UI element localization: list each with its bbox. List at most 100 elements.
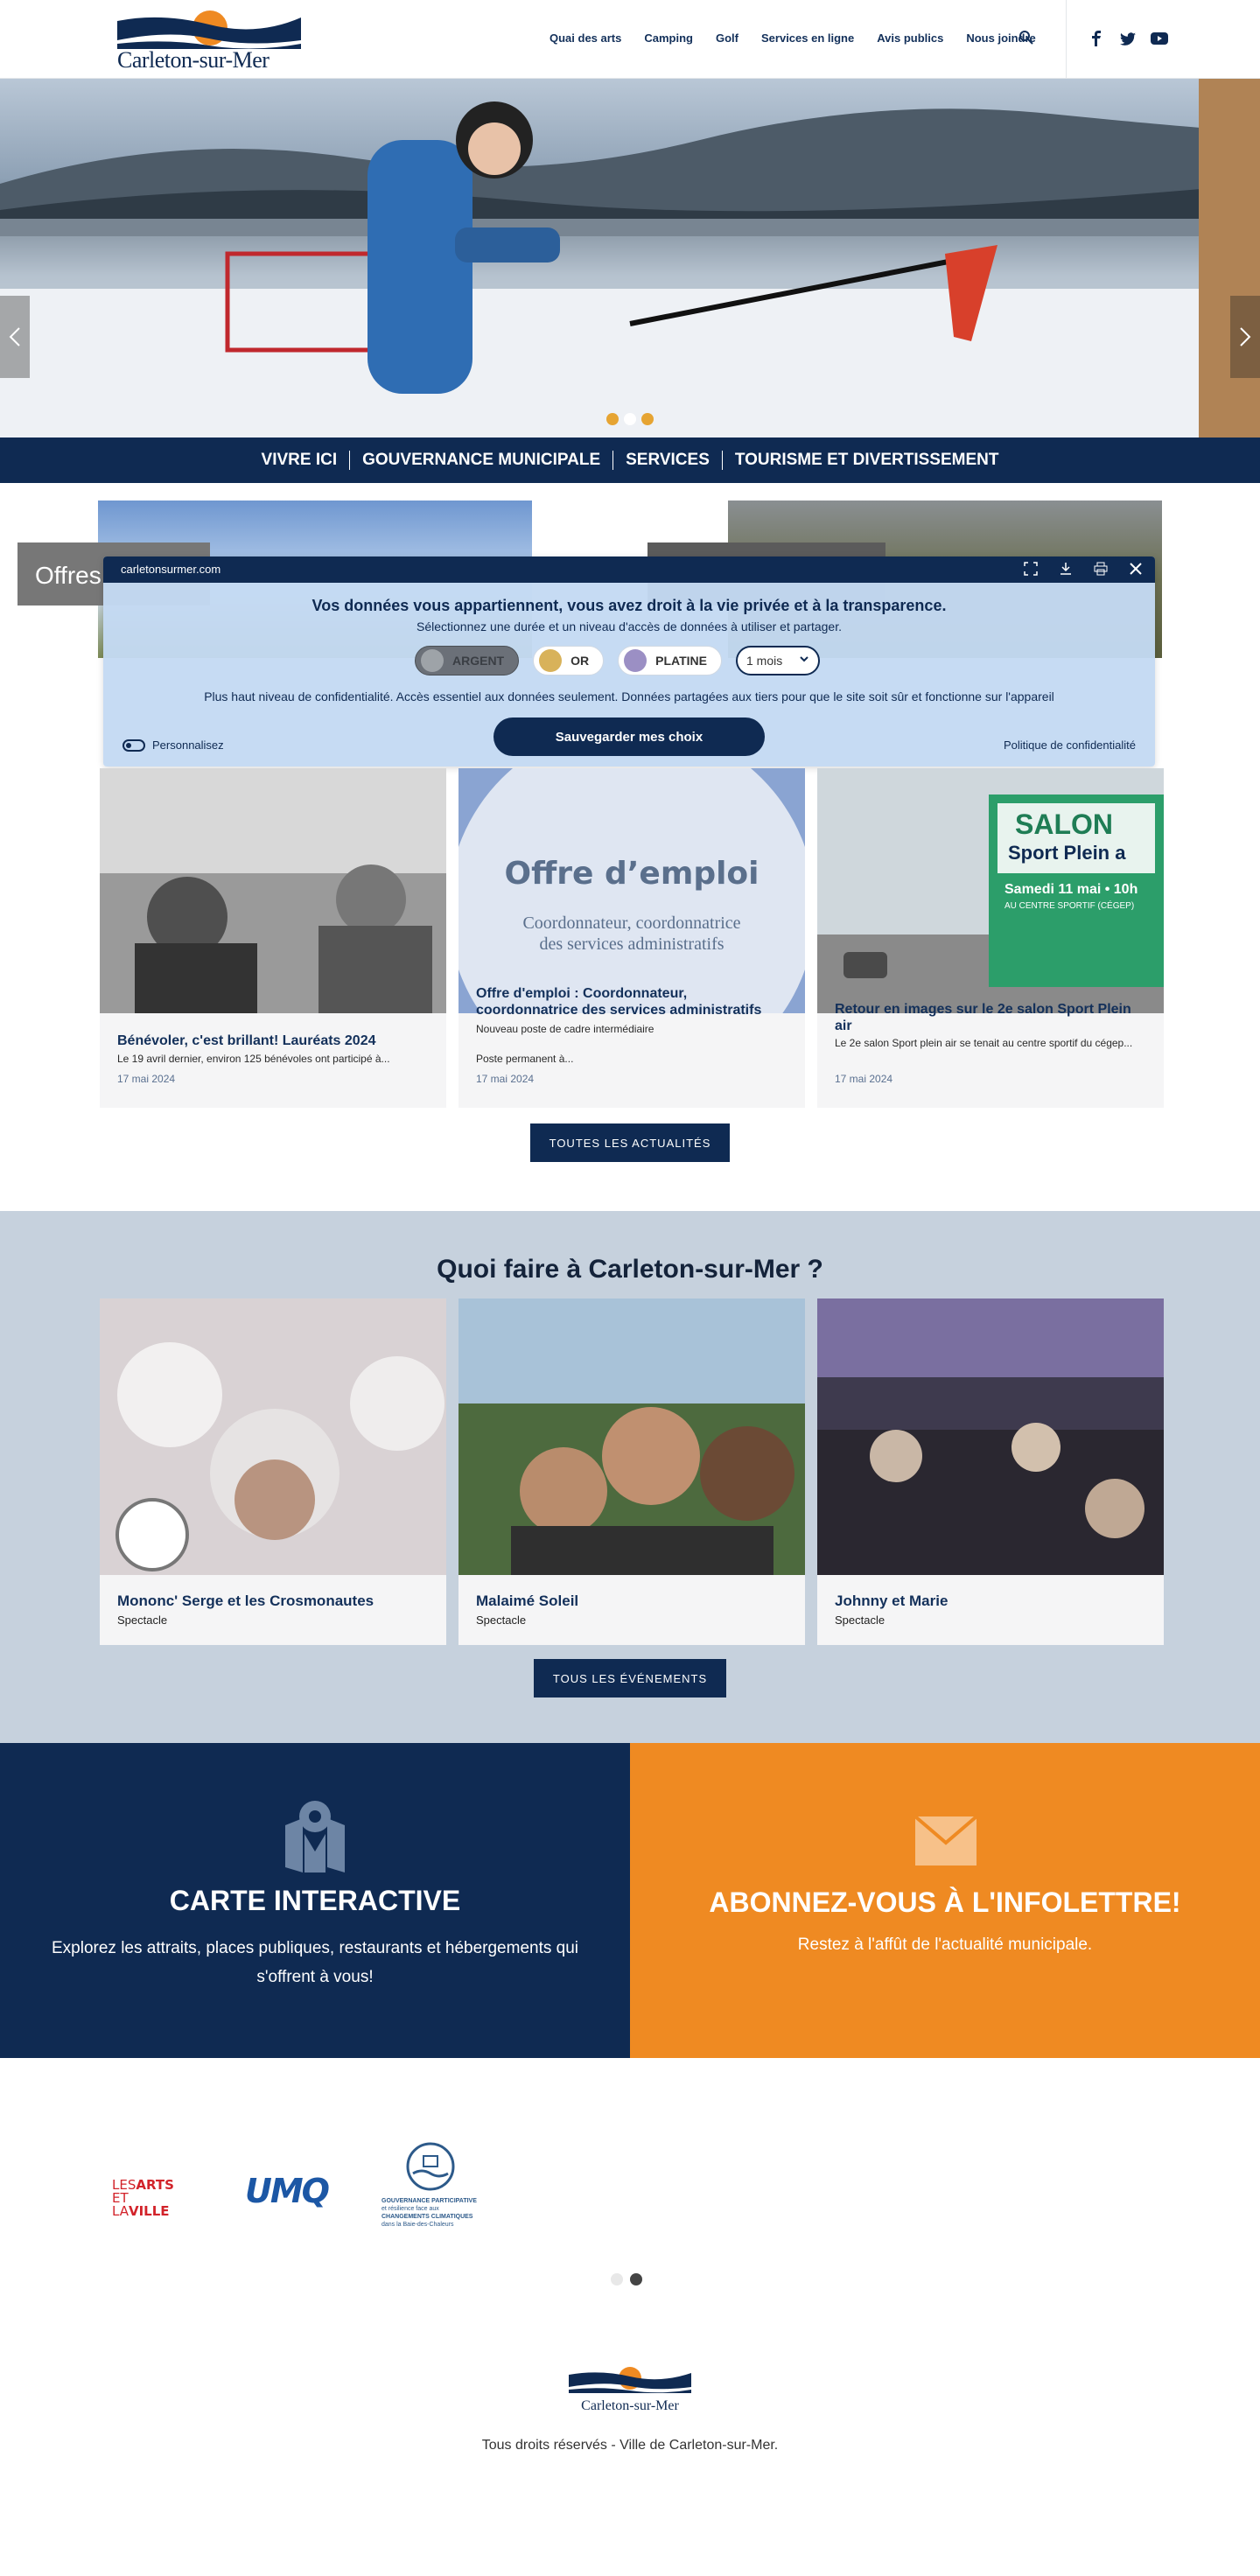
- mainnav-services[interactable]: SERVICES: [612, 451, 722, 470]
- partner-logo-part: VILLE: [128, 2203, 170, 2219]
- cookie-domain: carletonsurmer.com: [121, 563, 221, 576]
- hero-prev-button[interactable]: [0, 296, 30, 378]
- partners-dot-1[interactable]: [611, 2273, 623, 2286]
- gouvernance-line: et résilience face aux: [382, 2206, 439, 2212]
- hero-dot-1[interactable]: [606, 413, 619, 425]
- fullscreen-icon[interactable]: [1024, 562, 1038, 576]
- level-or-swatch: [539, 649, 563, 672]
- level-platine[interactable]: PLATINE: [618, 646, 722, 676]
- news-card[interactable]: Offre d’emploi Coordonnateur, coordonnat…: [458, 768, 805, 1108]
- partners-carousel: LESARTS ET LAVILLE UMQ GOUVERNANCE PARTI…: [112, 2142, 497, 2238]
- cookie-consent-dialog: carletonsurmer.com Vos données vous appa…: [103, 556, 1155, 766]
- hero-slider: [0, 79, 1260, 438]
- footer-logo-text: Carleton-sur-Mer: [581, 2398, 679, 2413]
- newsletter-cta-title: ABONNEZ-VOUS À L'INFOLETTRE!: [709, 1886, 1181, 1918]
- news-date: 17 mai 2024: [835, 1073, 893, 1085]
- topnav-camping[interactable]: Camping: [644, 32, 693, 45]
- news-card[interactable]: Bénévoler, c'est brillant! Lauréats 2024…: [100, 768, 446, 1108]
- interactive-map-cta[interactable]: CARTE INTERACTIVE Explorez les attraits,…: [0, 1743, 630, 2058]
- newsletter-cta-text: Restez à l'affût de l'actualité municipa…: [797, 1936, 1093, 1954]
- level-argent-swatch: [421, 649, 444, 672]
- customize-label: Personnalisez: [152, 738, 224, 752]
- map-cta-text: Explorez les attraits, places publiques,…: [52, 1939, 578, 1986]
- newsletter-cta[interactable]: ABONNEZ-VOUS À L'INFOLETTRE! Restez à l'…: [630, 1743, 1260, 2058]
- event-title[interactable]: Johnny et Marie: [835, 1592, 948, 1610]
- event-title[interactable]: Mononc' Serge et les Crosmonautes: [117, 1592, 374, 1610]
- facebook-icon[interactable]: [1087, 30, 1106, 47]
- cookie-heading: Vos données vous appartiennent, vous ave…: [312, 597, 947, 614]
- privacy-policy-link[interactable]: Politique de confidentialité: [1004, 738, 1136, 752]
- level-or-label: OR: [570, 654, 590, 668]
- hero-dot-2[interactable]: [624, 413, 636, 425]
- event-card[interactable]: Malaimé Soleil Spectacle: [458, 1298, 805, 1645]
- topnav-services-en-ligne[interactable]: Services en ligne: [761, 32, 854, 45]
- topnav-golf[interactable]: Golf: [716, 32, 738, 45]
- event-card[interactable]: Johnny et Marie Spectacle: [817, 1298, 1164, 1645]
- event-title[interactable]: Malaimé Soleil: [476, 1592, 578, 1610]
- event-category: Spectacle: [835, 1614, 886, 1627]
- copyright-text: Tous droits réservés - Ville de Carleton…: [481, 2438, 779, 2453]
- events-section: Quoi faire à Carleton-sur-Mer ? Mononc' …: [0, 1211, 1260, 1743]
- hero-dot-3[interactable]: [641, 413, 654, 425]
- gouvernance-line: CHANGEMENTS CLIMATIQUES: [382, 2214, 473, 2220]
- level-argent[interactable]: ARGENT: [415, 646, 520, 676]
- news-date: 17 mai 2024: [476, 1073, 535, 1085]
- partners-dot-2[interactable]: [630, 2273, 642, 2286]
- news-title[interactable]: Offre d'emploi : Coordonnateur, coordonn…: [476, 985, 791, 1018]
- event-category: Spectacle: [476, 1614, 527, 1627]
- toggle-icon[interactable]: [122, 738, 145, 752]
- header-divider: [1066, 0, 1067, 79]
- youtube-icon[interactable]: [1150, 30, 1169, 47]
- top-nav: Quai des arts Camping Golf Services en l…: [550, 32, 1036, 45]
- news-image-sub: Coordonnateur, coordonnatrice: [522, 914, 741, 933]
- map-cta-title: CARTE INTERACTIVE: [169, 1885, 461, 1916]
- close-icon[interactable]: [1129, 562, 1143, 576]
- hero-next-button[interactable]: [1230, 296, 1260, 378]
- customize-link[interactable]: Personnalisez: [122, 738, 224, 752]
- event-card[interactable]: Mononc' Serge et les Crosmonautes Specta…: [100, 1298, 446, 1645]
- period-select[interactable]: 1 mois: [735, 646, 820, 676]
- all-news-button[interactable]: TOUTES LES ACTUALITÉS: [530, 1124, 730, 1162]
- news-title[interactable]: Retour en images sur le 2e salon Sport P…: [835, 1001, 1150, 1034]
- save-choices-button[interactable]: Sauvegarder mes choix: [494, 718, 765, 756]
- hero-image: [0, 79, 1260, 438]
- events-title: Quoi faire à Carleton-sur-Mer ?: [437, 1255, 823, 1284]
- partner-logo-gouvernance[interactable]: GOUVERNANCE PARTICIPATIVE et résilience …: [382, 2142, 504, 2229]
- event-category: Spectacle: [117, 1614, 168, 1627]
- news-card[interactable]: SALON Sport Plein a Samedi 11 mai • 10h …: [817, 768, 1164, 1108]
- chevron-left-icon: [9, 327, 20, 346]
- cookie-description: Plus haut niveau de confidentialité. Acc…: [204, 690, 1054, 704]
- chevron-down-icon: [800, 656, 808, 662]
- event-image: [458, 1298, 805, 1575]
- gouvernance-line: GOUVERNANCE PARTICIPATIVE: [382, 2198, 477, 2204]
- download-icon[interactable]: [1059, 562, 1073, 576]
- partner-logo-umq[interactable]: UMQ: [245, 2172, 330, 2210]
- news-title[interactable]: Bénévoler, c'est brillant! Lauréats 2024: [117, 1032, 376, 1049]
- topnav-avis-publics[interactable]: Avis publics: [877, 32, 943, 45]
- map-pin-icon: [285, 1801, 345, 1872]
- partner-logo-arts-ville[interactable]: LESARTS ET LAVILLE: [112, 2179, 175, 2218]
- logo-emblem: [117, 10, 301, 49]
- site-logo[interactable]: Carleton-sur-Mer: [117, 9, 301, 73]
- gouvernance-line: dans la Baie-des-Chaleurs: [382, 2222, 454, 2228]
- news-excerpt: Nouveau poste de cadre intermédiaire: [476, 1023, 654, 1035]
- chevron-right-icon: [1240, 327, 1251, 346]
- topnav-quai-des-arts[interactable]: Quai des arts: [550, 32, 621, 45]
- level-or[interactable]: OR: [533, 646, 605, 676]
- mainnav-tourisme[interactable]: TOURISME ET DIVERTISSEMENT: [721, 451, 1012, 470]
- news-image-heading: Offre d’emploi: [504, 856, 760, 892]
- all-events-button[interactable]: TOUS LES ÉVÉNEMENTS: [534, 1659, 726, 1698]
- footer-logo[interactable]: Carleton-sur-Mer: [569, 2366, 691, 2413]
- mainnav-vivre-ici[interactable]: VIVRE ICI: [249, 451, 350, 470]
- privacy-levels: ARGENT OR PLATINE 1 mois: [415, 646, 820, 676]
- social-links: [1087, 30, 1169, 47]
- mainnav-gouvernance[interactable]: GOUVERNANCE MUNICIPALE: [349, 451, 612, 470]
- print-icon[interactable]: [1094, 562, 1108, 576]
- period-value: 1 mois: [746, 654, 783, 668]
- search-icon[interactable]: [1018, 30, 1034, 46]
- main-nav: VIVRE ICI GOUVERNANCE MUNICIPALE SERVICE…: [0, 438, 1260, 483]
- hero-pagination: [606, 413, 654, 425]
- twitter-icon[interactable]: [1118, 30, 1138, 47]
- site-header: Carleton-sur-Mer Quai des arts Camping G…: [0, 0, 1260, 79]
- event-image: [817, 1298, 1164, 1575]
